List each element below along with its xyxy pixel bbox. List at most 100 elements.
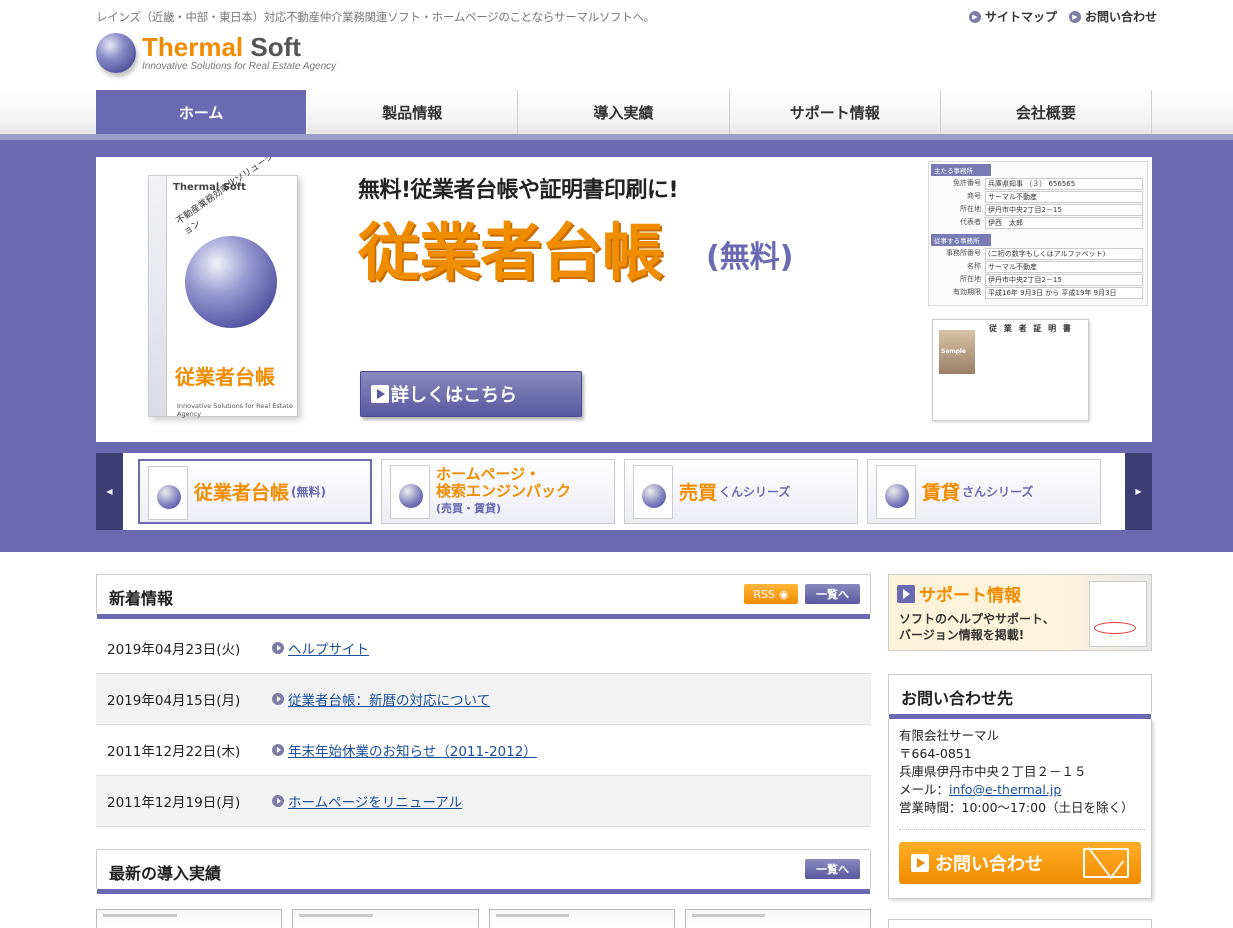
news-date: 2019年04月15日(月)	[107, 693, 241, 709]
arrow-icon: ▶	[1068, 10, 1081, 23]
product-carousel: ◀ 従業者台帳 (無料) ホームページ・ 検索エンジンパック (売買・賃貸) 売買 くん…	[96, 453, 1152, 530]
news-link[interactable]: 従業者台帳：新暦の対応について	[288, 689, 490, 709]
support-banner-title: サポート情報	[919, 586, 1021, 606]
works-list-button[interactable]: 一覧へ	[805, 859, 860, 879]
product-box-thumb	[148, 466, 188, 520]
carousel-item-homepage-pack[interactable]: ホームページ・ 検索エンジンパック (売買・賃貸)	[381, 459, 615, 524]
nav-products[interactable]: 製品情報	[307, 90, 519, 134]
contact-header: お問い合わせ先	[888, 674, 1152, 719]
list-item: 2019年04月23日(火) ヘルプサイト	[96, 623, 871, 674]
work-thumbnail[interactable]	[488, 909, 675, 928]
certificate-title: 従 業 者 証 明 書	[989, 324, 1073, 333]
site-logo[interactable]: Thermal Soft Innovative Solutions for Re…	[96, 33, 336, 73]
nav-support[interactable]: サポート情報	[730, 90, 941, 134]
news-link[interactable]: 年末年始休業のお知らせ（2011-2012）	[288, 740, 537, 760]
work-thumbnail[interactable]	[292, 909, 479, 928]
news-date: 2019年04月23日(火)	[107, 642, 241, 658]
work-thumbnail[interactable]	[684, 909, 871, 928]
site-tagline: レインズ（近畿・中部・東日本）対応不動産仲介業務関連ソフト・ホームページのことな…	[96, 10, 655, 24]
hero-banner[interactable]: Thermal Soft 不動産業務効率化ソリューション 従業者台帳 Innov…	[96, 157, 1152, 442]
top-links: ▶ サイトマップ ▶ お問い合わせ	[968, 8, 1157, 25]
contact-title: お問い合わせ先	[901, 689, 1014, 708]
logo-subtitle: Innovative Solutions for Real Estate Age…	[142, 61, 337, 72]
news-list: 2019年04月23日(火) ヘルプサイト 2019年04月15日(月) 従業者台帳…	[96, 623, 871, 827]
nav-company[interactable]: 会社概要	[941, 90, 1153, 134]
nav-home[interactable]: ホーム	[96, 90, 308, 134]
side-panel-edge	[888, 919, 1152, 928]
hero-title-suffix: (無料)	[706, 240, 794, 275]
arrow-icon	[272, 642, 284, 654]
support-banner[interactable]: サポート情報 ソフトのヘルプやサポート、 バージョン情報を掲載!	[888, 574, 1152, 651]
works-header: 最新の導入実績 一覧へ	[96, 849, 871, 894]
product-box-thumb	[390, 465, 430, 519]
support-banner-line: バージョン情報を掲載!	[899, 628, 1025, 642]
thumb-label: 従業者台帳	[194, 482, 290, 504]
contact-button[interactable]: お問い合わせ	[899, 842, 1141, 884]
list-item: 2019年04月15日(月) 従業者台帳：新暦の対応について	[96, 674, 871, 725]
business-hours: 営業時間：10:00～17:00（土日を除く）	[899, 800, 1134, 815]
play-icon	[897, 584, 915, 603]
certificate-screenshot: 従 業 者 証 明 書 Sample	[932, 319, 1089, 421]
arrow-icon	[272, 795, 284, 807]
support-banner-line: ソフトのヘルプやサポート、	[899, 612, 1055, 626]
news-list-button[interactable]: 一覧へ	[805, 584, 860, 604]
envelope-icon	[1083, 848, 1129, 878]
news-header: 新着情報 RSS ◉ 一覧へ	[96, 574, 871, 619]
carousel-item-employee-ledger[interactable]: 従業者台帳 (無料)	[138, 459, 372, 524]
thumb-label: ホームページ・	[436, 465, 541, 483]
news-date: 2011年12月22日(木)	[107, 744, 241, 760]
main-nav: ホーム 製品情報 導入実績 サポート情報 会社概要	[0, 90, 1233, 140]
rss-icon: ◉	[779, 587, 789, 601]
works-thumbnails	[96, 909, 871, 928]
box-subtitle: Innovative Solutions for Real Estate Age…	[177, 402, 293, 418]
news-link[interactable]: ヘルプサイト	[288, 638, 369, 658]
company-name: 有限会社サーマル	[899, 728, 1000, 743]
product-box-thumb	[633, 465, 673, 519]
mail-line: メール：info@e-thermal.jp	[899, 782, 1062, 797]
contact-button-label: お問い合わせ	[935, 854, 1043, 875]
works-title: 最新の導入実績	[109, 864, 222, 883]
carousel-item-sales-series[interactable]: 売買 くんシリーズ	[624, 459, 858, 524]
details-button[interactable]: 詳しくはこちら	[360, 371, 582, 417]
thumb-label: 売買	[679, 482, 718, 504]
form-head-main-office: 主たる事務所	[931, 164, 991, 176]
contact-link-label: お問い合わせ	[1084, 10, 1157, 24]
news-title: 新着情報	[109, 589, 174, 608]
carousel-prev-button[interactable]: ◀	[96, 453, 123, 530]
sphere-icon	[185, 236, 277, 328]
hero-title: 従業者台帳	[358, 216, 664, 289]
play-icon	[371, 385, 389, 403]
arrow-icon: ▶	[968, 10, 981, 23]
rss-label: RSS	[753, 587, 775, 601]
product-box-thumb	[876, 465, 916, 519]
sitemap-link-label: サイトマップ	[984, 10, 1057, 24]
arrow-icon	[272, 744, 284, 756]
box-title: 従業者台帳	[175, 365, 275, 389]
zip-code: 〒664-0851	[899, 746, 972, 761]
news-link[interactable]: ホームページをリニューアル	[288, 791, 462, 811]
sample-photo: Sample	[939, 330, 975, 374]
form-head-branch-office: 従事する事務所	[931, 234, 991, 246]
list-item: 2011年12月22日(木) 年末年始休業のお知らせ（2011-2012）	[96, 725, 871, 776]
sitemap-link[interactable]: ▶ サイトマップ	[968, 8, 1057, 25]
mail-link[interactable]: info@e-thermal.jp	[949, 782, 1061, 797]
contact-link[interactable]: ▶ お問い合わせ	[1068, 8, 1157, 25]
thumb-label: 賃貸	[922, 482, 961, 504]
product-box-image: Thermal Soft 不動産業務効率化ソリューション 従業者台帳 Innov…	[148, 157, 298, 418]
work-thumbnail[interactable]	[96, 909, 283, 928]
carousel-next-button[interactable]: ▶	[1125, 453, 1152, 530]
address: 兵庫県伊丹市中央２丁目２－１５	[899, 764, 1087, 779]
support-screenshot	[1089, 581, 1147, 647]
form-screenshot: 主たる事務所 免許番号 兵庫県知事 （３） 656565 商号 サーマル不動産 所在…	[928, 161, 1148, 306]
logo-wordmark: Thermal Soft	[142, 32, 301, 62]
hero-kicker: 無料!従業者台帳や証明書印刷に!	[358, 178, 679, 203]
logo-sphere-icon	[96, 33, 136, 73]
play-icon	[911, 854, 929, 872]
box-vertical-text: 不動産業務効率化ソリューション	[174, 157, 277, 238]
news-date: 2011年12月19日(月)	[107, 795, 241, 811]
nav-case-studies[interactable]: 導入実績	[518, 90, 730, 134]
list-item: 2011年12月19日(月) ホームページをリニューアル	[96, 776, 871, 827]
carousel-item-rental-series[interactable]: 賃貸 さんシリーズ	[867, 459, 1101, 524]
rss-button[interactable]: RSS ◉	[744, 584, 798, 604]
contact-box: 有限会社サーマル 〒664-0851 兵庫県伊丹市中央２丁目２－１５ メール：i…	[888, 719, 1152, 899]
